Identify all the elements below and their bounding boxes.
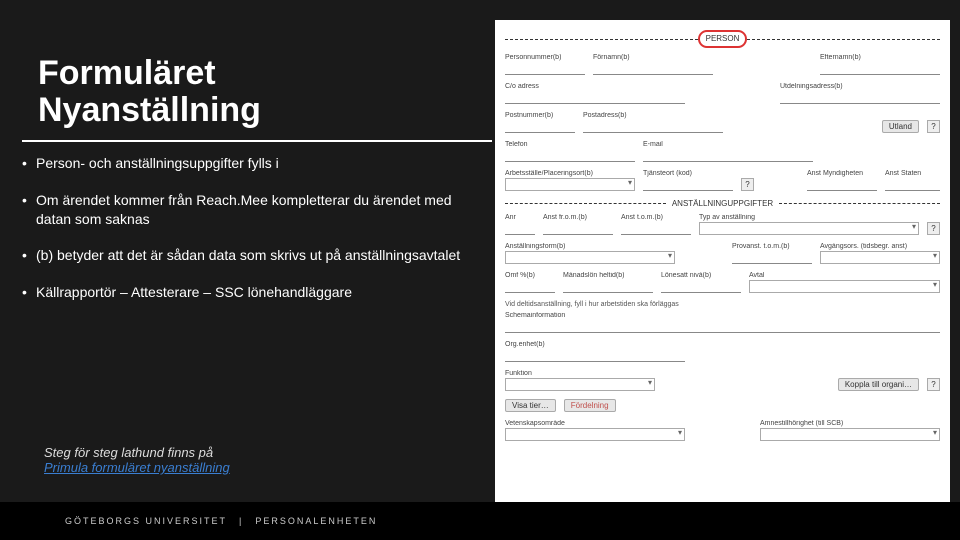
label-provanst: Provanst. t.o.m.(b) [732, 243, 812, 250]
input-schema[interactable] [505, 320, 940, 333]
input-telefon[interactable] [505, 149, 635, 162]
help-typanst[interactable]: ? [927, 222, 940, 235]
visatier-button[interactable]: Visa tier… [505, 399, 556, 412]
fordelning-button[interactable]: Fördelning [564, 399, 616, 412]
label-funktion: Funktion [505, 370, 655, 377]
input-coadress[interactable] [505, 91, 685, 104]
footnote-link[interactable]: Primula formuläret nyanställning [44, 460, 230, 475]
help-koppla[interactable]: ? [927, 378, 940, 391]
label-anr: Anr [505, 214, 535, 221]
input-utdelning[interactable] [780, 91, 940, 104]
label-manadslon: Månadslön heltid(b) [563, 272, 653, 279]
section-anst-label: ANSTÄLLNINGUPPGIFTER [666, 199, 779, 208]
label-vetenskap: Vetenskapsområde [505, 420, 685, 427]
input-manadslon[interactable] [563, 280, 653, 293]
input-provanst[interactable] [732, 251, 812, 264]
bullet-list: Person- och anställningsuppgifter fylls … [22, 154, 495, 302]
label-avtal: Avtal [749, 272, 940, 279]
help-tjansteort[interactable]: ? [741, 178, 754, 191]
bullet-item: Person- och anställningsuppgifter fylls … [22, 154, 482, 173]
select-funktion[interactable] [505, 378, 655, 391]
label-lonesatt: Lönesatt nivå(b) [661, 272, 741, 279]
label-personnr: Personnummer(b) [505, 54, 585, 61]
label-coadress: C/o adress [505, 83, 685, 90]
select-anstform[interactable] [505, 251, 675, 264]
title-divider [22, 140, 492, 142]
label-anstmynd: Anst Myndigheten [807, 170, 877, 177]
label-telefon: Telefon [505, 141, 635, 148]
label-omf: Omf %(b) [505, 272, 555, 279]
label-arbetsplats: Arbetsställe/Placeringsort(b) [505, 170, 635, 177]
label-utdelning: Utdelningsadress(b) [780, 83, 940, 90]
input-tjansteort[interactable] [643, 178, 733, 191]
slide-footer: GÖTEBORGS UNIVERSITET | PERSONALENHETEN [0, 502, 960, 540]
input-orgenhet[interactable] [505, 349, 685, 362]
input-email[interactable] [643, 149, 813, 162]
section-anst-divider: ANSTÄLLNINGUPPGIFTER [505, 199, 940, 208]
select-avgang[interactable] [820, 251, 940, 264]
utland-button[interactable]: Utland [882, 120, 919, 133]
bullet-item: (b) betyder att det är sådan data som sk… [22, 246, 482, 265]
input-anststaten[interactable] [885, 178, 940, 191]
label-orgenhet: Org.enhet(b) [505, 341, 685, 348]
label-postnr: Postnummer(b) [505, 112, 575, 119]
bullet-item: Källrapportör – Attesterare – SSC löneha… [22, 283, 482, 302]
label-efternamn: Efternamn(b) [820, 54, 940, 61]
label-email: E-mail [643, 141, 813, 148]
title-line2: Nyanställning [38, 91, 261, 129]
select-vetenskap[interactable] [505, 428, 685, 441]
label-fornamn: Förnamn(b) [593, 54, 713, 61]
select-arbetsplats[interactable] [505, 178, 635, 191]
label-ansttom: Anst t.o.m.(b) [621, 214, 691, 221]
select-amnes[interactable] [760, 428, 940, 441]
input-postadress[interactable] [583, 120, 723, 133]
footer-right: PERSONALENHETEN [255, 516, 377, 526]
label-avgang: Avgångsors. (tidsbegr. anst) [820, 243, 940, 250]
label-anststaten: Anst Staten [885, 170, 940, 177]
label-postadress: Postadress(b) [583, 112, 723, 119]
input-lonesatt[interactable] [661, 280, 741, 293]
label-anstform: Anställningsform(b) [505, 243, 675, 250]
input-ansttom[interactable] [621, 222, 691, 235]
section-person-label: PERSON [698, 30, 748, 48]
input-efternamn[interactable] [820, 62, 940, 75]
label-anstfrom: Anst fr.o.m.(b) [543, 214, 613, 221]
label-tjansteort: Tjänsteort (kod) [643, 170, 733, 177]
input-anr[interactable] [505, 222, 535, 235]
form-screenshot: PERSON Personnummer(b) Förnamn(b) Eftern… [495, 20, 950, 505]
title-line1: Formuläret [38, 54, 216, 92]
help-utland[interactable]: ? [927, 120, 940, 133]
footer-left: GÖTEBORGS UNIVERSITET [65, 516, 227, 526]
input-anstmynd[interactable] [807, 178, 877, 191]
label-schema: Schemainformation [505, 312, 940, 319]
footnote-text: Steg för steg lathund finns på [44, 445, 213, 460]
input-omf[interactable] [505, 280, 555, 293]
select-typanst[interactable] [699, 222, 919, 235]
label-amnes: Ämnestillhörighet (till SCB) [760, 420, 940, 427]
deltid-note: Vid deltidsanställning, fyll i hur arbet… [505, 301, 940, 308]
koppla-button[interactable]: Koppla till organi… [838, 378, 919, 391]
input-personnr[interactable] [505, 62, 585, 75]
section-person-divider: PERSON [505, 30, 940, 48]
label-typanst: Typ av anställning [699, 214, 919, 221]
slide-title: Formuläret Nyanställning [38, 55, 495, 130]
footer-sep: | [239, 516, 243, 526]
select-avtal[interactable] [749, 280, 940, 293]
footnote: Steg för steg lathund finns på Primula f… [44, 445, 230, 475]
bullet-item: Om ärendet kommer från Reach.Mee komplet… [22, 191, 482, 229]
input-fornamn[interactable] [593, 62, 713, 75]
input-anstfrom[interactable] [543, 222, 613, 235]
input-postnr[interactable] [505, 120, 575, 133]
